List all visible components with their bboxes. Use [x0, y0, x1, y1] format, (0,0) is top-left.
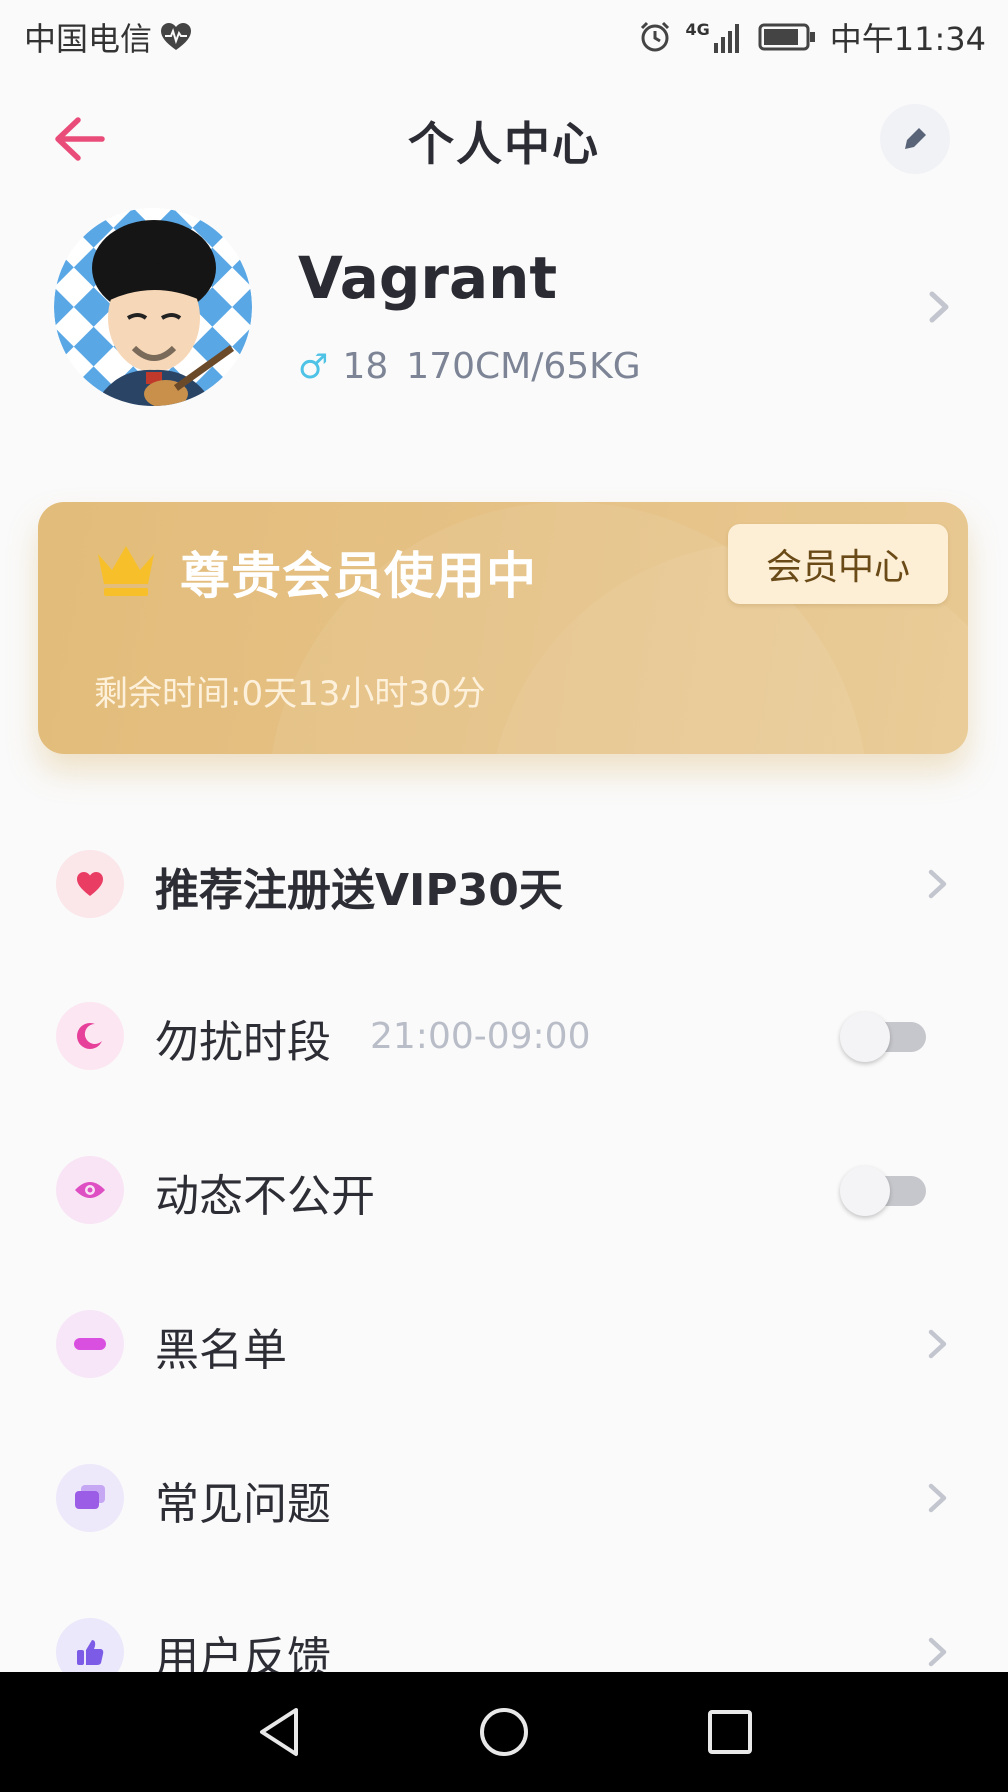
chevron-right-icon — [928, 1483, 947, 1513]
status-bar: 中国电信 4G 中午11:34 — [0, 0, 1008, 72]
dnd-toggle[interactable] — [840, 1012, 926, 1062]
network-type: 4G — [685, 19, 710, 39]
moon-icon — [56, 1002, 124, 1070]
avatar-image — [54, 208, 252, 406]
profile-body: 170CM/65KG — [406, 346, 641, 387]
profile-info: ♂ 18 170CM/65KG — [298, 346, 641, 387]
question-card-icon — [56, 1464, 124, 1532]
minus-icon — [56, 1310, 124, 1378]
dnd-time-range: 21:00-09:00 — [370, 1016, 591, 1057]
chevron-right-icon — [928, 1329, 947, 1359]
private-moments-toggle[interactable] — [840, 1166, 926, 1216]
vip-remaining-time: 剩余时间:0天13小时30分 — [94, 674, 486, 714]
battery-icon — [758, 23, 815, 51]
edit-button[interactable] — [880, 104, 950, 174]
menu-label: 推荐注册送VIP30天 — [155, 865, 563, 916]
member-center-button[interactable]: 会员中心 — [728, 524, 948, 604]
profile-name: Vagrant — [298, 244, 558, 312]
nav-back-button[interactable] — [250, 1702, 310, 1762]
menu-label: 黑名单 — [155, 1325, 287, 1376]
avatar[interactable] — [54, 208, 252, 406]
vip-card: 尊贵会员使用中 剩余时间:0天13小时30分 会员中心 — [38, 502, 968, 754]
crown-icon — [98, 546, 154, 596]
profile-age: 18 — [342, 346, 389, 387]
triangle-back-icon — [260, 1708, 298, 1756]
clock: 中午11:34 — [829, 20, 986, 58]
menu-item-blacklist[interactable]: 黑名单 — [0, 1284, 1008, 1404]
nav-home-button[interactable] — [474, 1702, 534, 1762]
system-navbar — [0, 1672, 1008, 1792]
heart-icon — [56, 850, 124, 918]
chevron-right-icon — [928, 1637, 947, 1667]
page-title: 个人中心 — [408, 117, 600, 171]
eye-icon — [56, 1156, 124, 1224]
nav-recents-button[interactable] — [700, 1702, 760, 1762]
chevron-right-icon — [928, 869, 947, 899]
heart-pulse-icon — [161, 23, 192, 50]
menu-item-faq[interactable]: 常见问题 — [0, 1438, 1008, 1558]
chevron-right-icon — [929, 291, 949, 323]
menu-label: 动态不公开 — [155, 1171, 375, 1222]
menu-label: 勿扰时段 — [155, 1017, 331, 1068]
vip-status-title: 尊贵会员使用中 — [180, 547, 537, 605]
edit-icon — [905, 128, 926, 149]
menu-item-private-moments: 动态不公开 — [0, 1130, 1008, 1250]
circle-home-icon — [480, 1708, 528, 1756]
carrier-label: 中国电信 — [24, 20, 153, 58]
menu-label: 常见问题 — [155, 1479, 331, 1530]
signal-icon — [713, 24, 739, 53]
app-header: 个人中心 — [0, 90, 1008, 186]
male-icon: ♂ — [298, 346, 329, 387]
square-recents-icon — [708, 1710, 752, 1754]
alarm-icon — [640, 21, 669, 52]
profile-card[interactable]: Vagrant ♂ 18 170CM/65KG — [0, 200, 1008, 420]
menu-item-referral[interactable]: 推荐注册送VIP30天 — [0, 824, 1008, 944]
menu-item-do-not-disturb: 勿扰时段 21:00-09:00 — [0, 976, 1008, 1096]
